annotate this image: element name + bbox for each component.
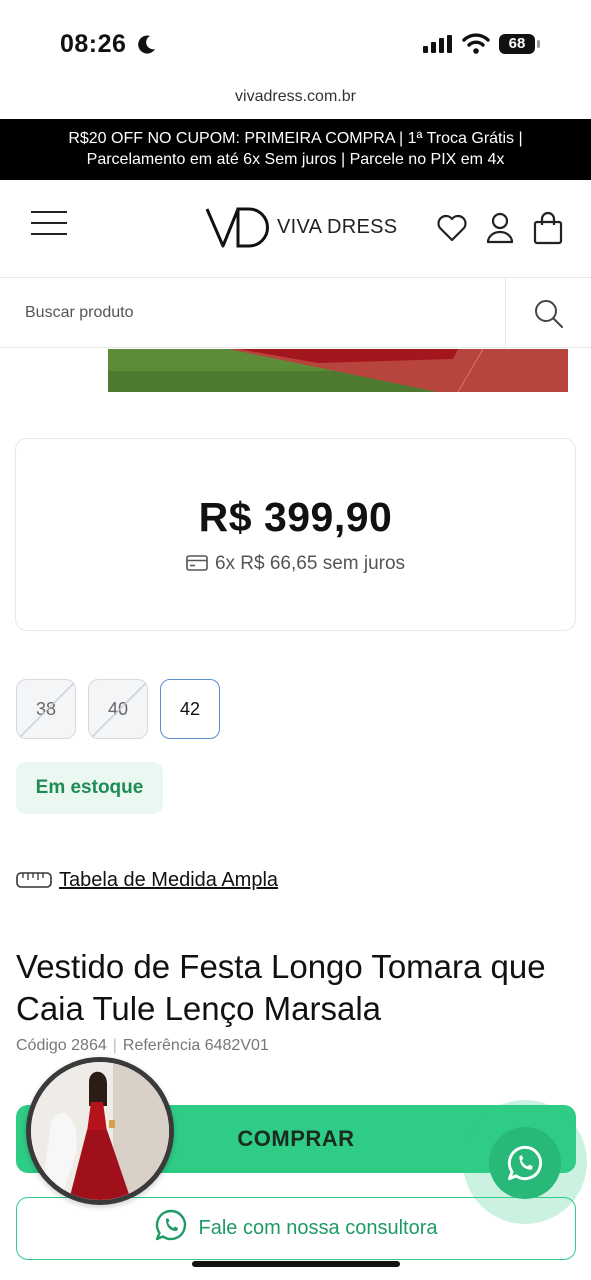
tape-measure-icon <box>16 872 52 888</box>
battery-level: 68 <box>508 35 526 52</box>
bag-icon[interactable] <box>532 211 564 245</box>
size-chart-label: Tabela de Medida Ampla <box>59 868 279 891</box>
product-price: R$ 399,90 <box>198 494 393 540</box>
product-title: Vestido de Festa Longo Tomara que Caia T… <box>16 948 546 1027</box>
menu-icon <box>31 211 67 213</box>
stock-badge: Em estoque <box>16 762 163 814</box>
logo-text: VIVA DRESS <box>277 216 398 238</box>
size-chart-link[interactable]: Tabela de Medida Ampla <box>16 865 278 895</box>
wifi-icon <box>462 33 490 54</box>
logo-mark-icon <box>205 207 269 248</box>
video-thumbnail[interactable] <box>26 1057 174 1205</box>
price-card: R$ 399,90 6x R$ 66,65 sem juros <box>15 438 576 631</box>
signal-icon <box>423 35 452 53</box>
installments-text: 6x R$ 66,65 sem juros <box>214 553 406 574</box>
status-bar: 08:26 68 <box>0 0 591 88</box>
product-photo <box>108 349 568 392</box>
search-icon <box>535 300 563 328</box>
size-option-42[interactable]: 42 <box>160 679 220 739</box>
consultant-label: Fale com nossa consultora <box>198 1217 438 1239</box>
size-option-38[interactable]: 38 <box>16 679 76 739</box>
status-time: 08:26 <box>60 30 127 58</box>
promo-banner: R$20 OFF NO CUPOM: PRIMEIRA COMPRA | 1ª … <box>0 119 591 180</box>
installments-info: 6x R$ 66,65 sem juros <box>16 553 575 575</box>
product-image[interactable] <box>108 349 568 392</box>
search-bar <box>0 278 591 348</box>
search-button[interactable] <box>505 278 591 348</box>
size-label: 42 <box>179 699 201 719</box>
menu-button[interactable] <box>31 211 67 243</box>
product-code: Código 2864 <box>16 1037 107 1054</box>
home-indicator[interactable] <box>192 1261 400 1267</box>
card-icon <box>186 555 208 571</box>
size-option-40[interactable]: 40 <box>88 679 148 739</box>
heart-icon[interactable] <box>436 211 468 245</box>
search-input[interactable] <box>0 278 505 348</box>
whatsapp-icon <box>507 1145 543 1181</box>
site-header: VIVA DRESS <box>0 180 591 278</box>
user-icon[interactable] <box>484 211 516 245</box>
promo-line-1: R$20 OFF NO CUPOM: PRIMEIRA COMPRA | 1ª … <box>68 130 523 147</box>
whatsapp-float-button[interactable] <box>489 1127 561 1199</box>
promo-line-2: Parcelamento em até 6x Sem juros | Parce… <box>86 151 505 168</box>
meta-divider: | <box>112 1037 117 1054</box>
site-logo[interactable]: VIVA DRESS <box>205 206 397 252</box>
product-meta: Código 2864 | Referência 6482V01 <box>16 1037 269 1055</box>
moon-icon <box>138 35 155 54</box>
browser-url[interactable]: vivadress.com.br <box>0 88 591 106</box>
product-reference: Referência 6482V01 <box>122 1037 269 1054</box>
video-preview-image <box>31 1062 169 1200</box>
whatsapp-icon <box>156 1209 187 1241</box>
